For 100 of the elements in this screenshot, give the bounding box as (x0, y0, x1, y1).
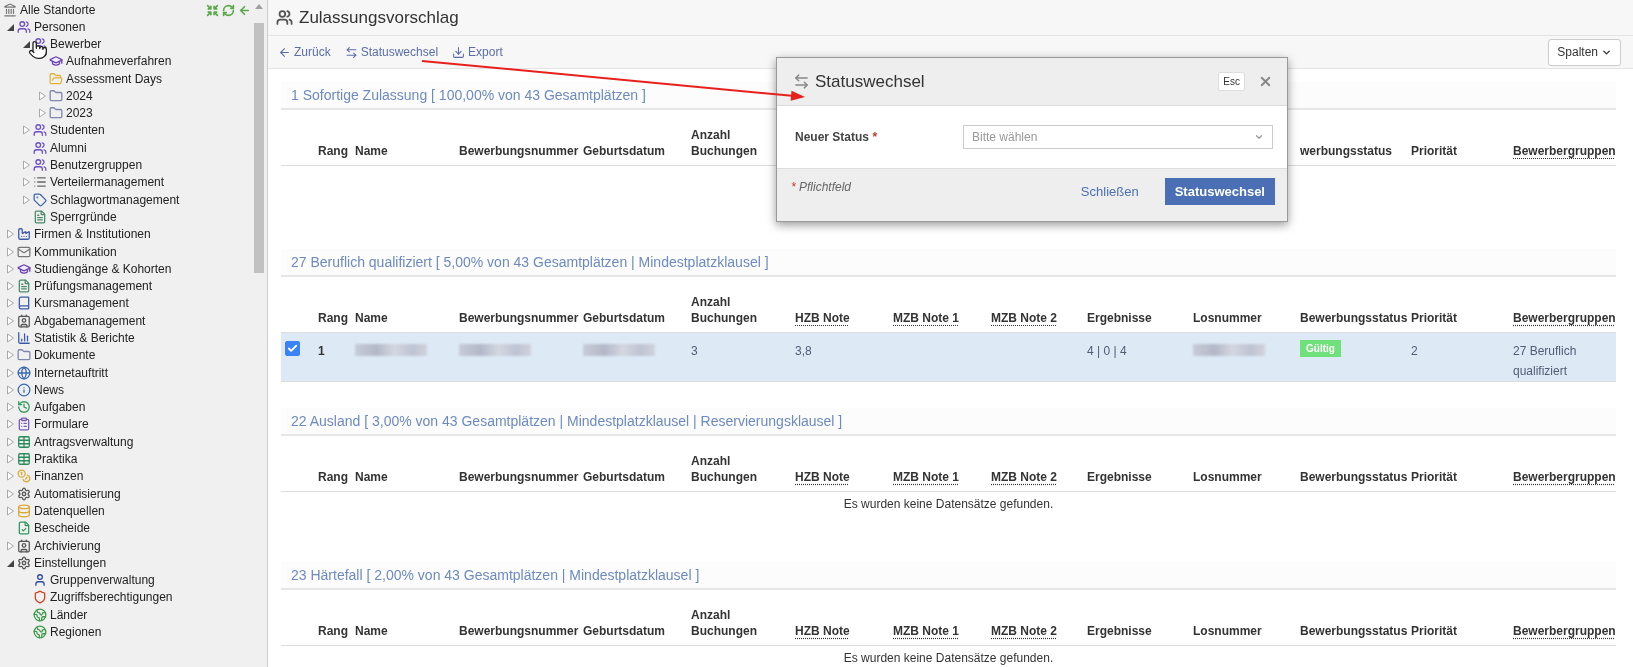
toggle-arrow-icon[interactable] (21, 194, 31, 205)
row-checkbox[interactable] (285, 341, 300, 356)
toggle-arrow-icon[interactable] (5, 471, 15, 482)
gear-icon (17, 486, 31, 501)
toggle-arrow-icon[interactable] (5, 350, 15, 361)
hand-pointer-icon (28, 40, 48, 60)
tree-item[interactable]: 2024 (49, 88, 93, 103)
toggle-arrow-icon[interactable] (5, 367, 15, 378)
toggle-arrow-icon[interactable] (21, 125, 31, 136)
toggle-arrow-icon[interactable] (5, 505, 15, 516)
tree-item[interactable]: Firmen & Institutionen (17, 227, 151, 242)
tree-item[interactable]: Archivierung (17, 538, 101, 553)
toggle-arrow-icon[interactable] (37, 108, 47, 119)
toggle-arrow-icon[interactable] (5, 298, 15, 309)
table-icon (17, 434, 31, 449)
shield-icon (33, 590, 47, 605)
tree-item[interactable]: Finanzen (17, 469, 84, 484)
column-header: Anzahl Buchungen (691, 608, 758, 638)
toolbar-link[interactable]: Zurück (278, 45, 331, 59)
people-icon (33, 158, 47, 172)
tree-item[interactable]: Antragsverwaltung (17, 434, 134, 449)
tree-item[interactable]: Zugriffsberechtigungen (33, 590, 173, 605)
toggle-arrow-icon[interactable] (5, 384, 15, 395)
people-icon (17, 19, 31, 34)
submit-button[interactable]: Statuswechsel (1164, 178, 1275, 205)
tree-item[interactable]: Gruppenverwaltung (33, 573, 155, 588)
toggle-arrow-icon[interactable] (5, 402, 15, 413)
toggle-arrow-icon[interactable] (37, 90, 47, 101)
column-header: Ergebnisse (1087, 470, 1153, 484)
tree-item[interactable]: Personen (17, 19, 86, 34)
tree-item[interactable]: Kommunikation (17, 244, 117, 259)
tree-item[interactable]: Benutzergruppen (33, 158, 143, 172)
toggle-arrow-icon[interactable] (5, 315, 15, 326)
tree-item[interactable]: Statistik & Berichte (17, 331, 135, 345)
globe-icon (33, 625, 47, 640)
toggle-arrow-icon[interactable] (5, 229, 15, 240)
tree-item[interactable]: Aufgaben (17, 400, 86, 415)
tree-item[interactable]: Studiengänge & Kohorten (17, 261, 172, 276)
toggle-arrow-icon[interactable] (5, 436, 15, 447)
toggle-arrow-icon[interactable] (21, 160, 31, 170)
toggle-arrow-icon[interactable] (5, 246, 15, 257)
toggle-arrow-icon[interactable] (21, 177, 31, 188)
column-header: werbungsstatus (1300, 144, 1393, 158)
book-icon (17, 296, 31, 311)
tree-item[interactable]: Länder (33, 607, 88, 622)
tree-item[interactable]: Verteilermanagement (33, 175, 165, 190)
tree-item[interactable]: Abgabemanagement (17, 313, 146, 328)
tree-item[interactable]: Aufnahmeverfahren (49, 54, 172, 69)
tree-item[interactable]: Schlagwortmanagement (33, 192, 180, 207)
toggle-arrow-icon[interactable] (5, 281, 15, 292)
tree-item[interactable]: Dokumente (17, 348, 96, 363)
tree-item[interactable]: Automatisierung (17, 486, 121, 501)
column-header: Bewerbergruppen (1513, 311, 1617, 325)
tree-item[interactable]: Einstellungen (17, 555, 107, 570)
tree-item[interactable]: News (17, 382, 64, 397)
tree-item[interactable]: Bescheide (17, 521, 91, 536)
globe-icon (33, 607, 47, 622)
toolbar-link[interactable]: Statuswechsel (344, 45, 439, 59)
tree-root-label[interactable]: Alle Standorte (20, 3, 96, 17)
refresh-icon[interactable] (222, 3, 235, 17)
document-icon (17, 279, 31, 294)
arrow-left-icon[interactable] (238, 3, 251, 17)
toolbar-link[interactable]: Export (452, 45, 503, 59)
column-header: Priorität (1411, 311, 1458, 325)
shrink-icon[interactable] (206, 3, 219, 17)
column-header: Geburtsdatum (583, 470, 666, 484)
toggle-arrow-icon[interactable] (5, 488, 15, 499)
table-cell-text: 3,8 (795, 343, 813, 360)
tree-item[interactable]: Praktika (17, 452, 78, 467)
arrow-left-icon (278, 45, 291, 59)
tree-item[interactable]: Kursmanagement (17, 296, 129, 311)
tree-item[interactable]: Formulare (17, 417, 89, 432)
toggle-arrow-icon[interactable] (5, 333, 15, 343)
column-header: Bewerbergruppen (1513, 470, 1617, 484)
toggle-arrow-icon[interactable] (5, 540, 15, 551)
tree-item[interactable]: Assessment Days (49, 71, 163, 86)
toggle-arrow-icon[interactable] (5, 419, 15, 430)
tree-item[interactable]: 2023 (49, 106, 93, 121)
user-icon (33, 573, 47, 588)
caret-icon (1254, 132, 1264, 142)
tree-item[interactable]: Datenquellen (17, 503, 105, 518)
tree-item[interactable]: Regionen (33, 625, 102, 640)
tree-item[interactable]: Internetauftritt (17, 365, 109, 380)
table-row[interactable]: 1 3 3,8 4 | 0 | 4 Gültig 2 27 Beruflich qualifiziert (281, 333, 1616, 382)
close-link[interactable]: Schließen (1070, 178, 1149, 205)
toggle-arrow-icon[interactable] (5, 454, 15, 465)
tag-icon (33, 192, 47, 207)
toggle-arrow-icon[interactable] (5, 263, 15, 274)
document-icon (17, 521, 31, 536)
id-card-icon (17, 538, 31, 553)
tree-item[interactable]: Prüfungsmanagement (17, 279, 153, 294)
columns-button[interactable]: Spalten (1548, 38, 1621, 66)
folder-icon (49, 106, 63, 121)
tree-item[interactable]: Studenten (33, 123, 105, 138)
close-icon[interactable] (1258, 74, 1273, 89)
coins-icon (17, 469, 31, 484)
tree-item[interactable]: Sperrgründe (33, 209, 117, 224)
history-icon (17, 400, 31, 415)
tree-item[interactable]: Alumni (33, 140, 87, 155)
people-icon (33, 123, 47, 138)
